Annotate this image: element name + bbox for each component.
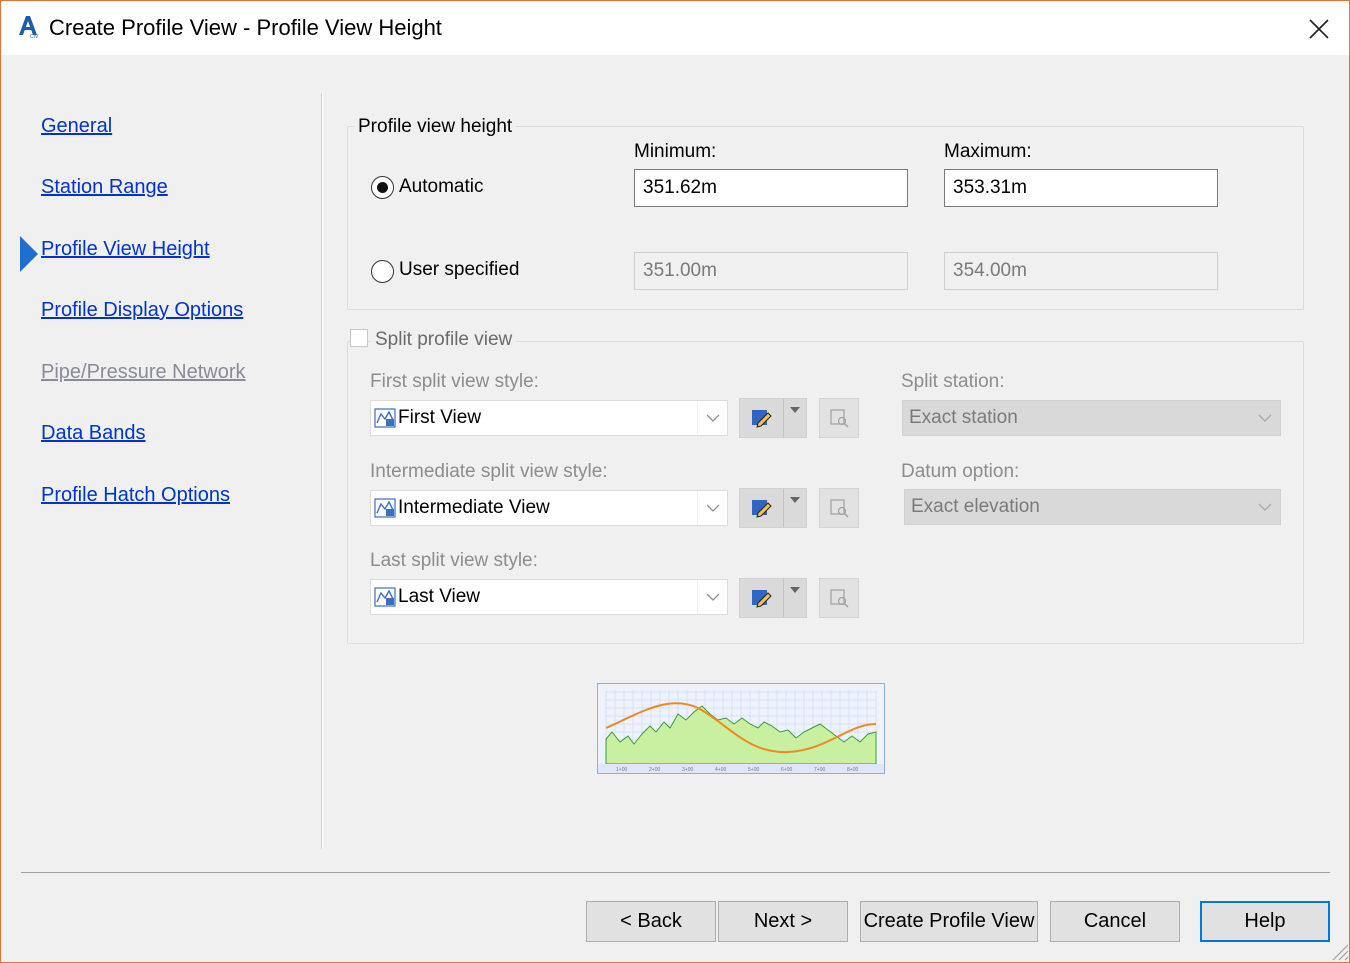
last-style-preview-button[interactable] <box>819 578 859 618</box>
close-button[interactable] <box>1297 11 1341 47</box>
nav-item-profile-hatch-options[interactable]: Profile Hatch Options <box>41 484 230 507</box>
maximum-label: Maximum: <box>944 141 1032 162</box>
last-split-style-value: Last View <box>398 586 481 607</box>
datum-option-label: Datum option: <box>901 461 1020 482</box>
automatic-label[interactable]: Automatic <box>399 176 483 198</box>
create-profile-view-button[interactable]: Create Profile View <box>860 901 1038 942</box>
first-style-preview-button[interactable] <box>819 398 859 438</box>
chevron-down-icon <box>697 401 727 435</box>
preview-icon <box>830 589 849 608</box>
intermediate-split-style-combo[interactable]: Intermediate View <box>370 490 728 526</box>
split-station-combo: Exact station <box>902 400 1281 436</box>
nav-item-profile-display-options[interactable]: Profile Display Options <box>41 299 243 322</box>
help-button[interactable]: Help <box>1200 901 1330 942</box>
back-button[interactable]: < Back <box>586 901 716 942</box>
current-step-arrow-icon <box>20 236 38 272</box>
split-station-value: Exact station <box>909 407 1018 428</box>
edit-style-icon[interactable] <box>740 489 782 527</box>
station-tick-label: 3+00 <box>682 767 693 773</box>
station-tick-label: 2+00 <box>649 767 660 773</box>
last-style-edit-split-button[interactable] <box>739 578 807 618</box>
close-icon <box>1309 19 1329 39</box>
preview-icon <box>830 499 849 518</box>
edit-style-icon[interactable] <box>740 579 782 617</box>
datum-option-value: Exact elevation <box>911 496 1040 517</box>
profile-view-height-title: Profile view height <box>354 116 517 138</box>
automatic-maximum-field[interactable] <box>944 169 1218 207</box>
edit-style-icon[interactable] <box>740 399 782 437</box>
autocad-civil-icon: CIV <box>19 16 39 39</box>
nav-item-general[interactable]: General <box>41 115 112 138</box>
preview-icon <box>830 409 849 428</box>
station-tick-label: 1+00 <box>616 767 627 773</box>
wizard-nav: General Station Range Profile View Heigh… <box>1 55 321 855</box>
automatic-radio[interactable] <box>371 176 394 199</box>
nav-item-station-range[interactable]: Station Range <box>41 176 168 199</box>
window-title: Create Profile View - Profile View Heigh… <box>49 15 442 40</box>
nav-item-profile-view-height[interactable]: Profile View Height <box>41 238 210 261</box>
chevron-down-icon[interactable] <box>783 489 806 527</box>
resize-grip-icon[interactable] <box>1329 941 1349 961</box>
nav-item-pipe-pressure-network: Pipe/Pressure Network <box>41 361 246 383</box>
automatic-minimum-field[interactable] <box>634 169 908 207</box>
datum-option-combo: Exact elevation <box>904 489 1281 525</box>
first-split-style-value: First View <box>398 407 482 428</box>
chevron-down-icon <box>1250 401 1280 435</box>
chevron-down-icon <box>1250 490 1280 524</box>
bottom-divider <box>21 872 1330 873</box>
profile-view-style-icon <box>374 408 396 428</box>
minimum-label: Minimum: <box>634 141 717 162</box>
intermediate-split-style-label: Intermediate split view style: <box>370 461 608 482</box>
intermediate-split-style-value: Intermediate View <box>398 497 550 518</box>
profile-view-style-icon <box>374 587 396 607</box>
chevron-down-icon[interactable] <box>783 579 806 617</box>
profile-preview-graphic: 1+00 2+00 3+00 4+00 5+00 6+00 7+00 8+00 <box>598 684 884 773</box>
title-bar: CIV Create Profile View - Profile View H… <box>1 1 1349 55</box>
station-tick-label: 4+00 <box>715 767 726 773</box>
nav-item-data-bands[interactable]: Data Bands <box>41 422 146 445</box>
profile-view-preview-image: 1+00 2+00 3+00 4+00 5+00 6+00 7+00 8+00 <box>597 683 885 774</box>
first-style-edit-split-button[interactable] <box>739 398 807 438</box>
user-specified-radio[interactable] <box>371 260 394 283</box>
profile-view-style-icon <box>374 498 396 518</box>
station-tick-label: 5+00 <box>748 767 759 773</box>
split-profile-view-label: Split profile view <box>371 329 517 351</box>
station-tick-label: 8+00 <box>847 767 858 773</box>
dialog-window: CIV Create Profile View - Profile View H… <box>0 0 1350 963</box>
intermediate-style-preview-button[interactable] <box>819 488 859 528</box>
cancel-button[interactable]: Cancel <box>1050 901 1180 942</box>
station-tick-label: 6+00 <box>781 767 792 773</box>
nav-divider <box>321 93 323 849</box>
intermediate-style-edit-split-button[interactable] <box>739 488 807 528</box>
chevron-down-icon <box>697 491 727 525</box>
next-button[interactable]: Next > <box>718 901 848 942</box>
split-station-label: Split station: <box>901 371 1005 392</box>
chevron-down-icon[interactable] <box>783 399 806 437</box>
station-tick-label: 7+00 <box>814 767 825 773</box>
split-profile-view-checkbox[interactable] <box>350 329 368 347</box>
first-split-style-label: First split view style: <box>370 371 539 392</box>
user-minimum-field <box>634 252 908 290</box>
last-split-style-combo[interactable]: Last View <box>370 579 728 615</box>
last-split-style-label: Last split view style: <box>370 550 538 571</box>
first-split-style-combo[interactable]: First View <box>370 400 728 436</box>
user-maximum-field <box>944 252 1218 290</box>
user-specified-label[interactable]: User specified <box>399 259 519 281</box>
chevron-down-icon <box>697 580 727 614</box>
svg-text:CIV: CIV <box>30 34 39 39</box>
